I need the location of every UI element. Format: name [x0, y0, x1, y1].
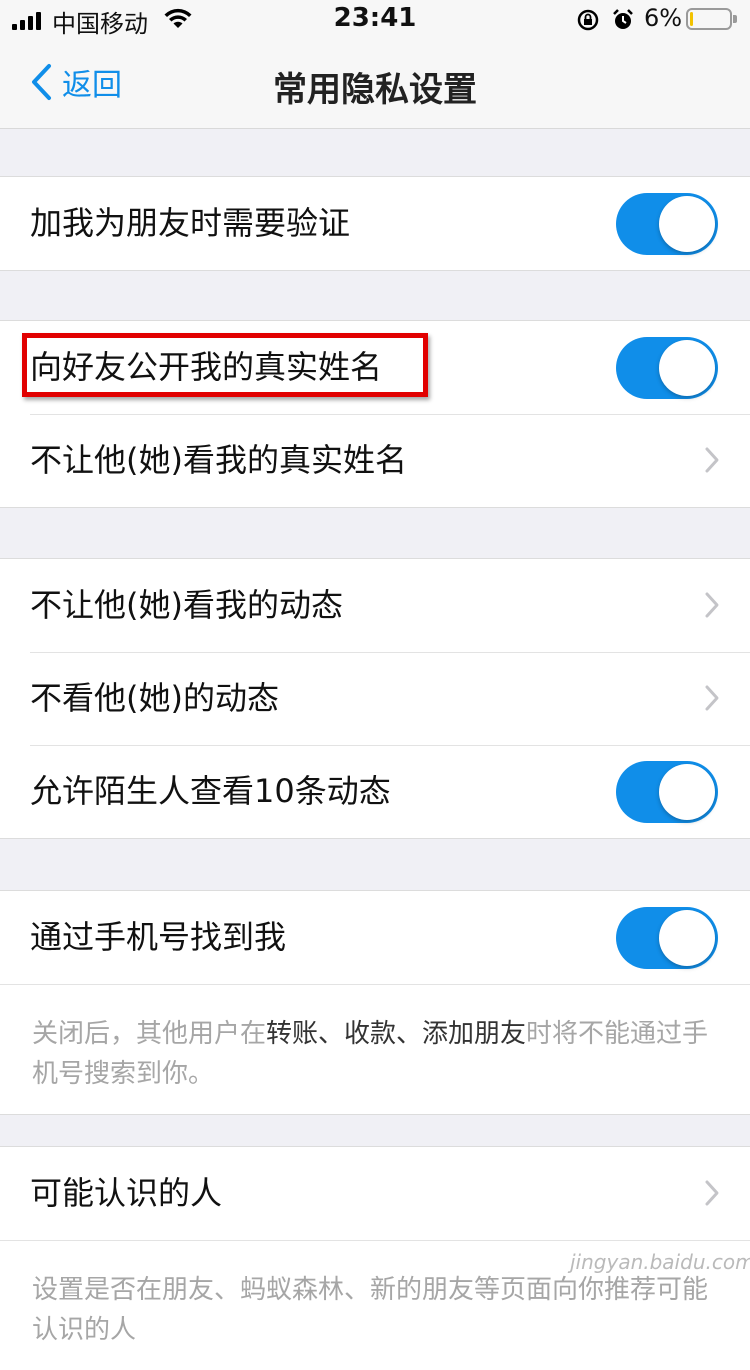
settings-row-stranger-moments: 允许陌生人查看10条动态 [0, 745, 750, 838]
row-label: 加我为朋友时需要验证 [30, 204, 351, 242]
row-label: 不看他(她)的动态 [30, 679, 279, 717]
row-label: 可能认识的人 [30, 1174, 223, 1212]
navigation-bar: 返回 常用隐私设置 [0, 40, 750, 129]
alarm-icon [611, 8, 635, 36]
clock-label: 23:41 [333, 3, 417, 33]
chevron-right-icon [705, 1180, 719, 1206]
settings-row-people-you-may-know[interactable]: 可能认识的人 [0, 1147, 750, 1240]
highlight-annotation-box [22, 333, 428, 397]
settings-group-phone: 通过手机号找到我 关闭后，其他用户在转账、收款、添加朋友时将不能通过手机号搜索到… [0, 890, 750, 1115]
find-by-phone-toggle[interactable] [616, 907, 718, 969]
friend-verification-toggle[interactable] [616, 193, 718, 255]
settings-row-friend-verification: 加我为朋友时需要验证 [0, 177, 750, 270]
row-label: 不让他(她)看我的真实姓名 [30, 441, 407, 479]
note-text: 关闭后，其他用户在 [32, 1019, 267, 1049]
find-by-phone-note: 关闭后，其他用户在转账、收款、添加朋友时将不能通过手机号搜索到你。 [0, 984, 750, 1114]
page-title: 常用隐私设置 [273, 70, 477, 110]
chevron-right-icon [705, 592, 719, 618]
settings-group-moments: 不让他(她)看我的动态 不看他(她)的动态 允许陌生人查看10条动态 [0, 558, 750, 839]
chevron-right-icon [705, 447, 719, 473]
settings-group-verification: 加我为朋友时需要验证 [0, 176, 750, 271]
row-label: 允许陌生人查看10条动态 [30, 772, 391, 810]
settings-row-hide-my-moments[interactable]: 不让他(她)看我的动态 [0, 559, 750, 652]
settings-row-hide-their-moments[interactable]: 不看他(她)的动态 [0, 652, 750, 745]
status-bar: 中国移动 23:41 6% [0, 0, 750, 40]
settings-row-find-by-phone: 通过手机号找到我 [0, 891, 750, 984]
chevron-right-icon [705, 685, 719, 711]
rotation-lock-icon [576, 8, 600, 36]
battery-percent: 6% [644, 4, 683, 32]
watermark: jingyan.baidu.com [570, 1250, 750, 1274]
settings-row-hide-real-name[interactable]: 不让他(她)看我的真实姓名 [0, 414, 750, 507]
row-label: 通过手机号找到我 [30, 918, 287, 956]
row-label: 不让他(她)看我的动态 [30, 586, 343, 624]
show-real-name-toggle[interactable] [616, 337, 718, 399]
battery-icon [686, 8, 737, 30]
note-emphasis: 转账、收款、添加朋友 [266, 1019, 527, 1049]
stranger-moments-toggle[interactable] [616, 761, 718, 823]
